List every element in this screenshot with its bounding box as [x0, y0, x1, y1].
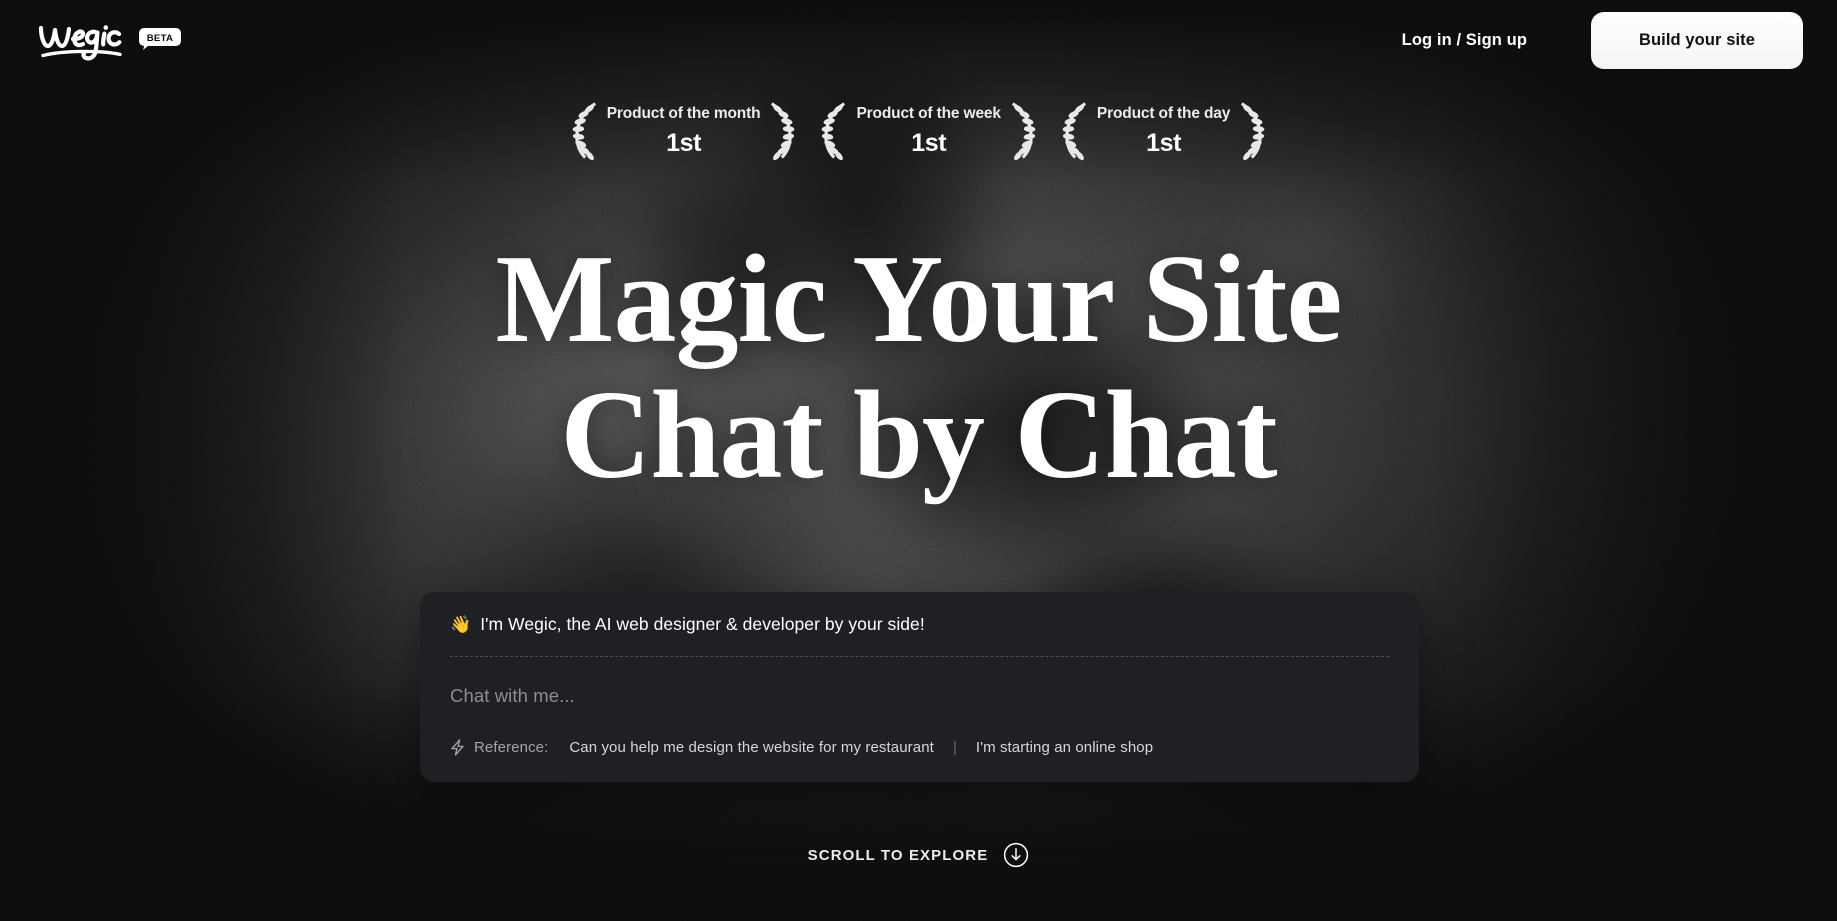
awards-row: Product of the month 1st Product of the … — [0, 100, 1837, 162]
award-rank: 1st — [911, 128, 947, 157]
logo[interactable]: BETA — [38, 19, 181, 61]
chat-reference-row: Reference: Can you help me design the we… — [450, 739, 1389, 756]
page-title: Magic Your Site Chat by Chat — [0, 230, 1837, 506]
laurel-wreath-icon — [1062, 102, 1086, 161]
laurel-wreath-icon — [572, 102, 596, 161]
laurel-wreath-icon — [1241, 102, 1265, 161]
award-badge-day: Product of the day 1st — [1059, 100, 1268, 162]
award-text-week: Product of the week 1st — [854, 106, 1002, 156]
beta-badge-label: BETA — [147, 33, 174, 44]
award-title: Product of the month — [606, 105, 761, 123]
hero-page: BETA Log in / Sign up Build your site Pr… — [0, 0, 1837, 921]
chat-divider — [450, 655, 1389, 657]
laurel-wreath-icon — [771, 102, 795, 161]
suggestion-separator: | — [952, 739, 957, 756]
award-text-day: Product of the day 1st — [1095, 106, 1232, 156]
build-your-site-button[interactable]: Build your site — [1591, 11, 1803, 69]
chat-greeting-text: I'm Wegic, the AI web designer & develop… — [480, 614, 925, 634]
award-title: Product of the day — [1096, 105, 1231, 123]
login-signup-link[interactable]: Log in / Sign up — [1402, 31, 1527, 50]
award-badge-week: Product of the week 1st — [818, 100, 1038, 162]
laurel-wreath-icon — [1011, 102, 1036, 161]
award-rank: 1st — [666, 128, 702, 157]
scroll-to-explore-label: SCROLL TO EXPLORE — [807, 846, 989, 864]
lightning-bolt-icon — [451, 739, 464, 756]
suggestion-chip-restaurant[interactable]: Can you help me design the website for m… — [569, 739, 934, 756]
arrow-down-circle-icon[interactable] — [1003, 842, 1029, 868]
waving-hand-icon: 👋 — [450, 615, 472, 635]
beta-badge: BETA — [139, 28, 181, 50]
suggestion-chip-online-shop[interactable]: I'm starting an online shop — [976, 739, 1153, 756]
site-header: BETA Log in / Sign up Build your site — [0, 0, 1837, 80]
beta-badge-bubble-icon: BETA — [139, 28, 181, 50]
chat-panel[interactable]: 👋 I'm Wegic, the AI web designer & devel… — [420, 592, 1419, 782]
award-badge-month: Product of the month 1st — [569, 100, 799, 162]
chat-greeting-row: 👋 I'm Wegic, the AI web designer & devel… — [450, 614, 1389, 635]
reference-label: Reference: — [474, 739, 549, 756]
award-title: Product of the week — [856, 105, 1001, 123]
laurel-wreath-icon — [822, 102, 846, 161]
headline-line-1: Magic Your Site — [495, 230, 1343, 369]
award-text-month: Product of the month 1st — [605, 106, 763, 156]
chat-input[interactable] — [450, 684, 1389, 707]
scroll-to-explore[interactable]: SCROLL TO EXPLORE — [0, 842, 1837, 868]
award-rank: 1st — [1146, 128, 1182, 157]
headline-line-2: Chat by Chat — [560, 366, 1277, 506]
wegic-wordmark-icon — [38, 25, 122, 61]
